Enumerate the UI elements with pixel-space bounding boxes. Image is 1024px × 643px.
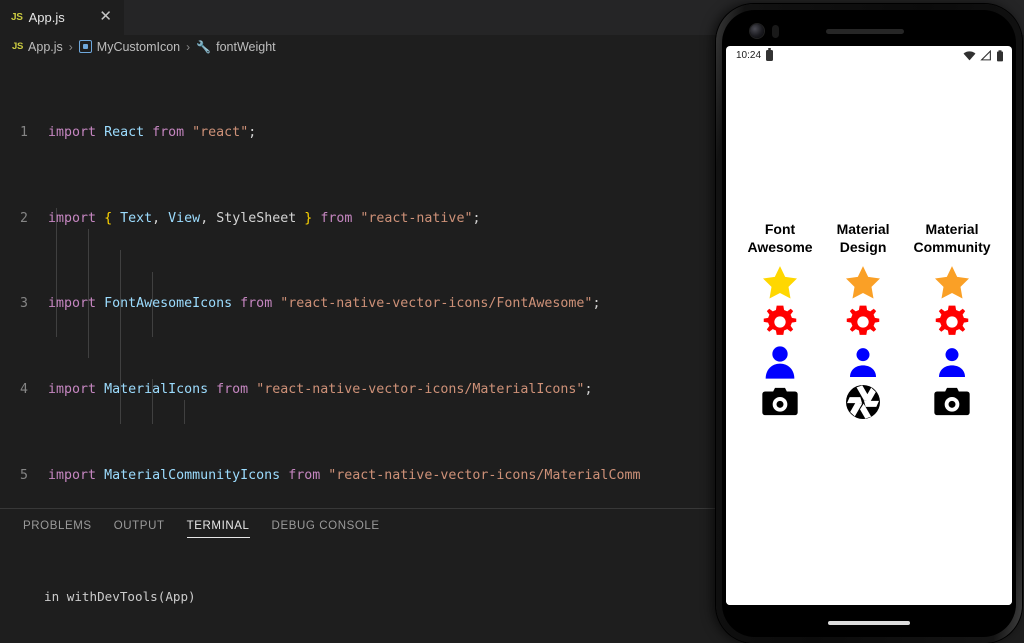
- icon-column-material-design: Material Design: [825, 220, 902, 422]
- tab-output[interactable]: OUTPUT: [103, 509, 176, 542]
- earpiece-speaker: [826, 29, 904, 34]
- line-number: 2: [20, 210, 28, 226]
- breadcrumb-file[interactable]: App.js: [28, 40, 63, 54]
- signal-icon: [980, 50, 991, 61]
- star-icon: [935, 266, 970, 299]
- line-number: 3: [20, 296, 28, 312]
- panel-tab-bar: PROBLEMS OUTPUT TERMINAL DEBUG CONSOLE: [0, 509, 718, 542]
- user-icon: [765, 346, 795, 379]
- wrench-icon: 🔧: [196, 39, 212, 54]
- line-number: 1: [20, 125, 28, 141]
- breadcrumb-separator-icon: ›: [68, 39, 73, 54]
- column-icons: [760, 262, 800, 422]
- js-file-icon: JS: [12, 41, 24, 52]
- home-indicator[interactable]: [828, 621, 910, 625]
- close-icon[interactable]: ✕: [91, 9, 114, 26]
- class-symbol-icon: [78, 40, 92, 53]
- cog-icon: [846, 305, 880, 335]
- status-bar-time: 10:24: [736, 50, 762, 61]
- column-icons: [932, 262, 972, 422]
- cog-icon: [935, 305, 969, 335]
- user-icon: [939, 348, 966, 377]
- terminal-output[interactable]: in withDevTools(App) in RCTView (created…: [0, 542, 718, 643]
- star-icon: [846, 266, 881, 299]
- wifi-icon: [963, 51, 976, 61]
- column-title-line1: Material: [925, 221, 979, 237]
- camera-icon: [934, 387, 970, 416]
- status-bar-right: [963, 49, 1004, 62]
- column-title-line1: Material: [836, 221, 890, 237]
- editor-tab-appjs[interactable]: JS App.js ✕: [0, 0, 124, 35]
- cog-icon: [763, 305, 797, 335]
- column-title-line2: Design: [839, 239, 887, 255]
- icon-column-font-awesome: Font Awesome: [735, 220, 824, 422]
- editor-tab-label: App.js: [28, 10, 65, 25]
- react-native-app-content: Font Awesome Material Design Material Co…: [726, 65, 1012, 605]
- breadcrumb-symbol-class[interactable]: MyCustomIcon: [97, 40, 180, 54]
- battery-small-icon: [766, 48, 774, 61]
- phone-status-bar: 10:24: [726, 46, 1012, 65]
- status-bar-left: 10:24: [736, 48, 774, 61]
- phone-screen: 10:24 Font Awesome Material Design Mater…: [726, 46, 1012, 605]
- column-title-line2: Awesome: [747, 239, 813, 255]
- screenshot-root: JS App.js ✕ JS App.js › MyCustomIcon › 🔧…: [0, 0, 1024, 643]
- line-number: 4: [20, 382, 28, 398]
- icon-column-material-community: Material Community: [902, 220, 1003, 422]
- phone-mockup: 10:24 Font Awesome Material Design Mater…: [716, 4, 1022, 643]
- bottom-panel: PROBLEMS OUTPUT TERMINAL DEBUG CONSOLE i…: [0, 508, 718, 643]
- proximity-sensor-icon: [772, 25, 779, 38]
- phone-body: 10:24 Font Awesome Material Design Mater…: [722, 10, 1016, 637]
- tab-debug-console[interactable]: DEBUG CONSOLE: [261, 509, 391, 542]
- camera-icon: [762, 387, 798, 416]
- column-icons: [843, 262, 883, 422]
- user-icon: [850, 348, 877, 377]
- terminal-line: in withDevTools(App): [44, 589, 196, 604]
- aperture-icon: [846, 385, 881, 419]
- front-camera-icon: [750, 24, 764, 38]
- line-number: 5: [20, 467, 28, 483]
- column-title-line1: Font: [764, 221, 796, 237]
- tab-problems[interactable]: PROBLEMS: [12, 509, 103, 542]
- breadcrumb-symbol-prop[interactable]: fontWeight: [216, 40, 276, 54]
- tab-terminal[interactable]: TERMINAL: [176, 509, 261, 542]
- js-file-icon: JS: [11, 12, 23, 23]
- battery-icon: [997, 49, 1003, 61]
- star-icon: [763, 266, 798, 299]
- breadcrumb-separator-icon: ›: [186, 39, 191, 54]
- column-title-line2: Community: [913, 239, 991, 255]
